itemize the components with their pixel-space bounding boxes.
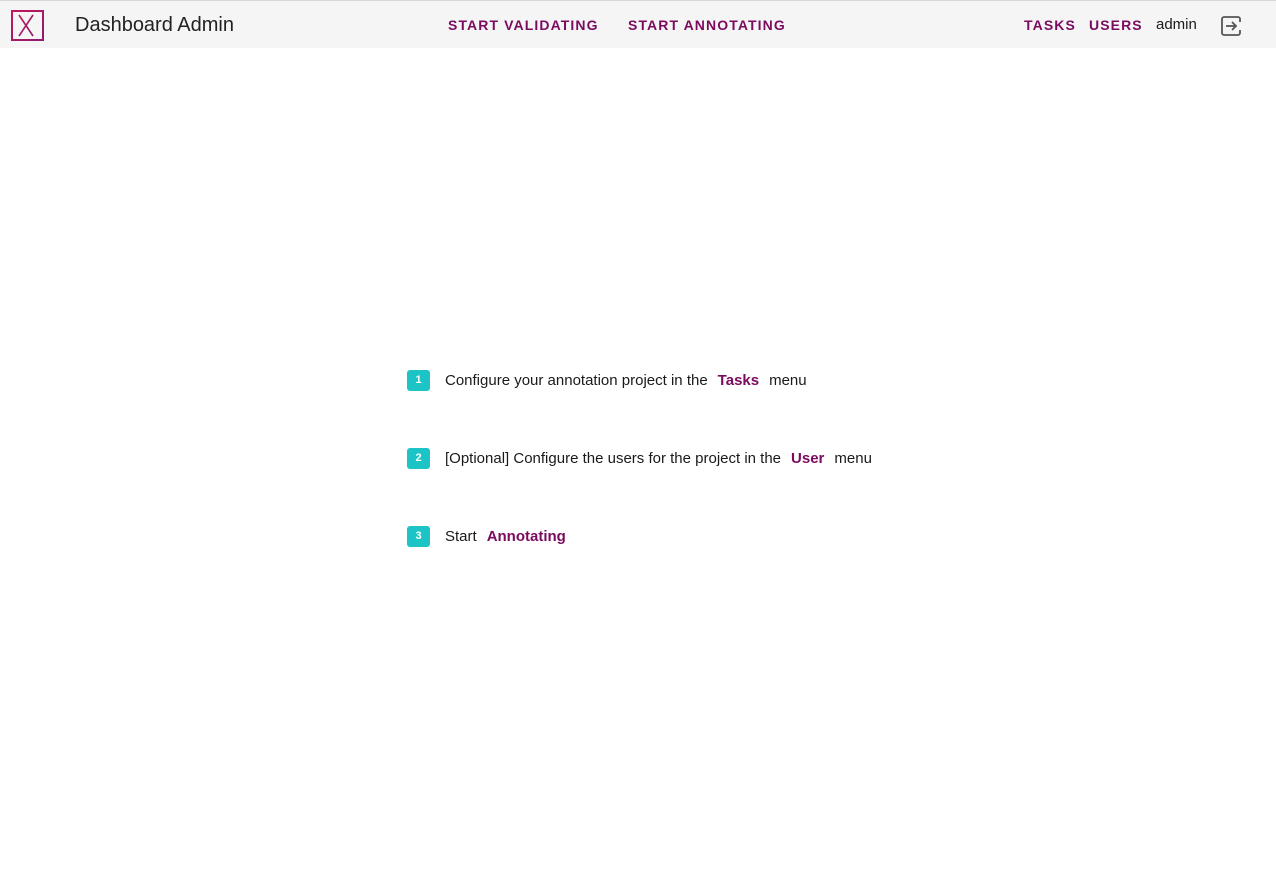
username-label: admin xyxy=(1156,16,1197,33)
step-2: 2 [Optional] Configure the users for the… xyxy=(407,447,872,469)
tasks-link[interactable]: TASKS xyxy=(1024,17,1076,33)
step-number-badge: 3 xyxy=(407,525,430,547)
logout-icon[interactable] xyxy=(1220,15,1242,37)
step-1: 1 Configure your annotation project in t… xyxy=(407,369,807,391)
start-annotating-link[interactable]: START ANNOTATING xyxy=(628,17,786,33)
tasks-menu-link[interactable]: Tasks xyxy=(718,372,759,389)
user-menu-link[interactable]: User xyxy=(791,450,824,467)
step-text-suffix: menu xyxy=(834,449,872,467)
x-logo-icon[interactable] xyxy=(11,10,44,41)
users-link[interactable]: USERS xyxy=(1089,17,1143,33)
step-text-suffix: menu xyxy=(769,371,807,389)
step-text: [Optional] Configure the users for the p… xyxy=(445,449,782,467)
step-number-badge: 2 xyxy=(407,447,430,469)
start-validating-link[interactable]: START VALIDATING xyxy=(448,17,599,33)
annotating-link[interactable]: Annotating xyxy=(487,528,566,545)
step-3: 3 Start Annotating xyxy=(407,525,576,547)
step-text: Start xyxy=(445,527,477,545)
step-text: Configure your annotation project in the xyxy=(445,371,708,389)
step-number-badge: 1 xyxy=(407,369,430,391)
top-app-bar: Dashboard Admin START VALIDATING START A… xyxy=(0,0,1276,48)
app-title: Dashboard Admin xyxy=(75,14,234,36)
